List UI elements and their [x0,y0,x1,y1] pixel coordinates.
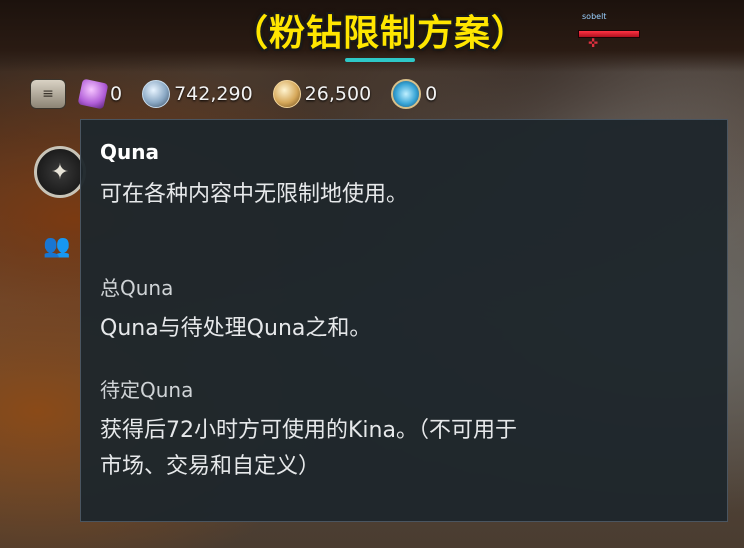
kina-amount: 26,500 [304,83,372,105]
game-screen: （粉钻限制方案） sobelt ✜ ≡ 0 742,290 26,500 0 ✦… [0,0,744,548]
compass-menu-icon[interactable]: ✦ [34,146,86,198]
tooltip-title: Quna [100,140,159,164]
currency-kina[interactable]: 26,500 [272,80,372,108]
quna-tooltip: Quna 可在各种内容中无限制地使用。 总Quna Quna与待处理Quna之和… [80,119,728,522]
resource-stack-icon: ≡ [30,79,66,109]
cast-progress-bar [345,58,415,62]
target-name-label: sobelt [582,12,607,21]
total-quna-description: Quna与待处理Quna之和。 [100,316,372,341]
target-marker-icon: ✜ [588,36,599,50]
currency-blue-medal[interactable]: 0 [391,79,437,109]
blue-medal-amount: 0 [425,83,438,105]
total-quna-label: 总Quna [100,276,174,300]
quna-amount: 742,290 [174,83,253,105]
pink-gem-amount: 0 [110,83,123,105]
pink-gem-icon [77,78,109,110]
kina-coin-icon [272,80,301,108]
currency-resource[interactable]: ≡ [30,79,70,109]
currency-bar: ≡ 0 742,290 26,500 0 [30,76,453,112]
pending-quna-label: 待定Quna [100,378,194,402]
quna-coin-icon [142,80,171,108]
pending-quna-description-line2: 市场、交易和自定义） [100,454,321,479]
currency-quna[interactable]: 742,290 [142,80,253,108]
social-people-icon[interactable]: 👥 [38,228,76,264]
pending-quna-description-line1: 获得后72小时方可使用的Kina。（不可用于 [100,418,517,443]
blue-medal-icon [391,79,422,109]
tooltip-description: 可在各种内容中无限制地使用。 [100,182,409,207]
overlay-headline: （粉钻限制方案） [232,13,529,54]
currency-pink-gem[interactable]: 0 [77,78,123,110]
